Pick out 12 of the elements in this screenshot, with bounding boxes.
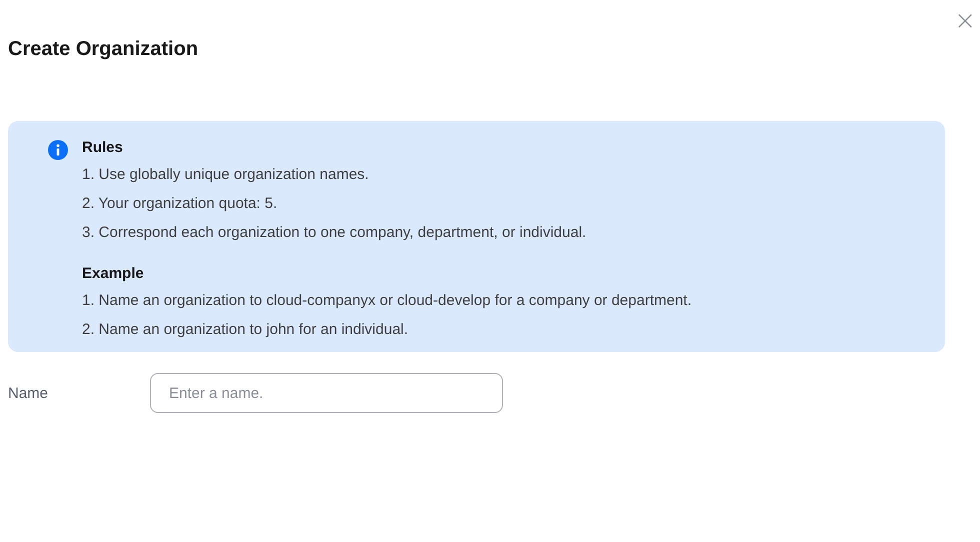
section-heading: Rules [82,139,124,156]
dialog-title: Create Organization [8,38,198,61]
rule-text: 3. Correspond each organization to one company, department, or individual. [82,223,588,243]
name-input-field[interactable]: Enter a name. [150,373,503,413]
field-label: Name [8,384,50,402]
info-icon [48,140,68,160]
rule-text: 1. Use globally unique organization names. [82,165,370,185]
close-button[interactable]: × [954,8,976,34]
rule-text: 2. Your organization quota: 5. [82,194,278,214]
section-heading: Example [82,265,145,282]
rule-text: 2. Name an organization to john for an individual. [82,320,410,340]
rule-text: 1. Name an organization to cloud-companyx or cloud-develop for a company or department. [82,291,692,311]
